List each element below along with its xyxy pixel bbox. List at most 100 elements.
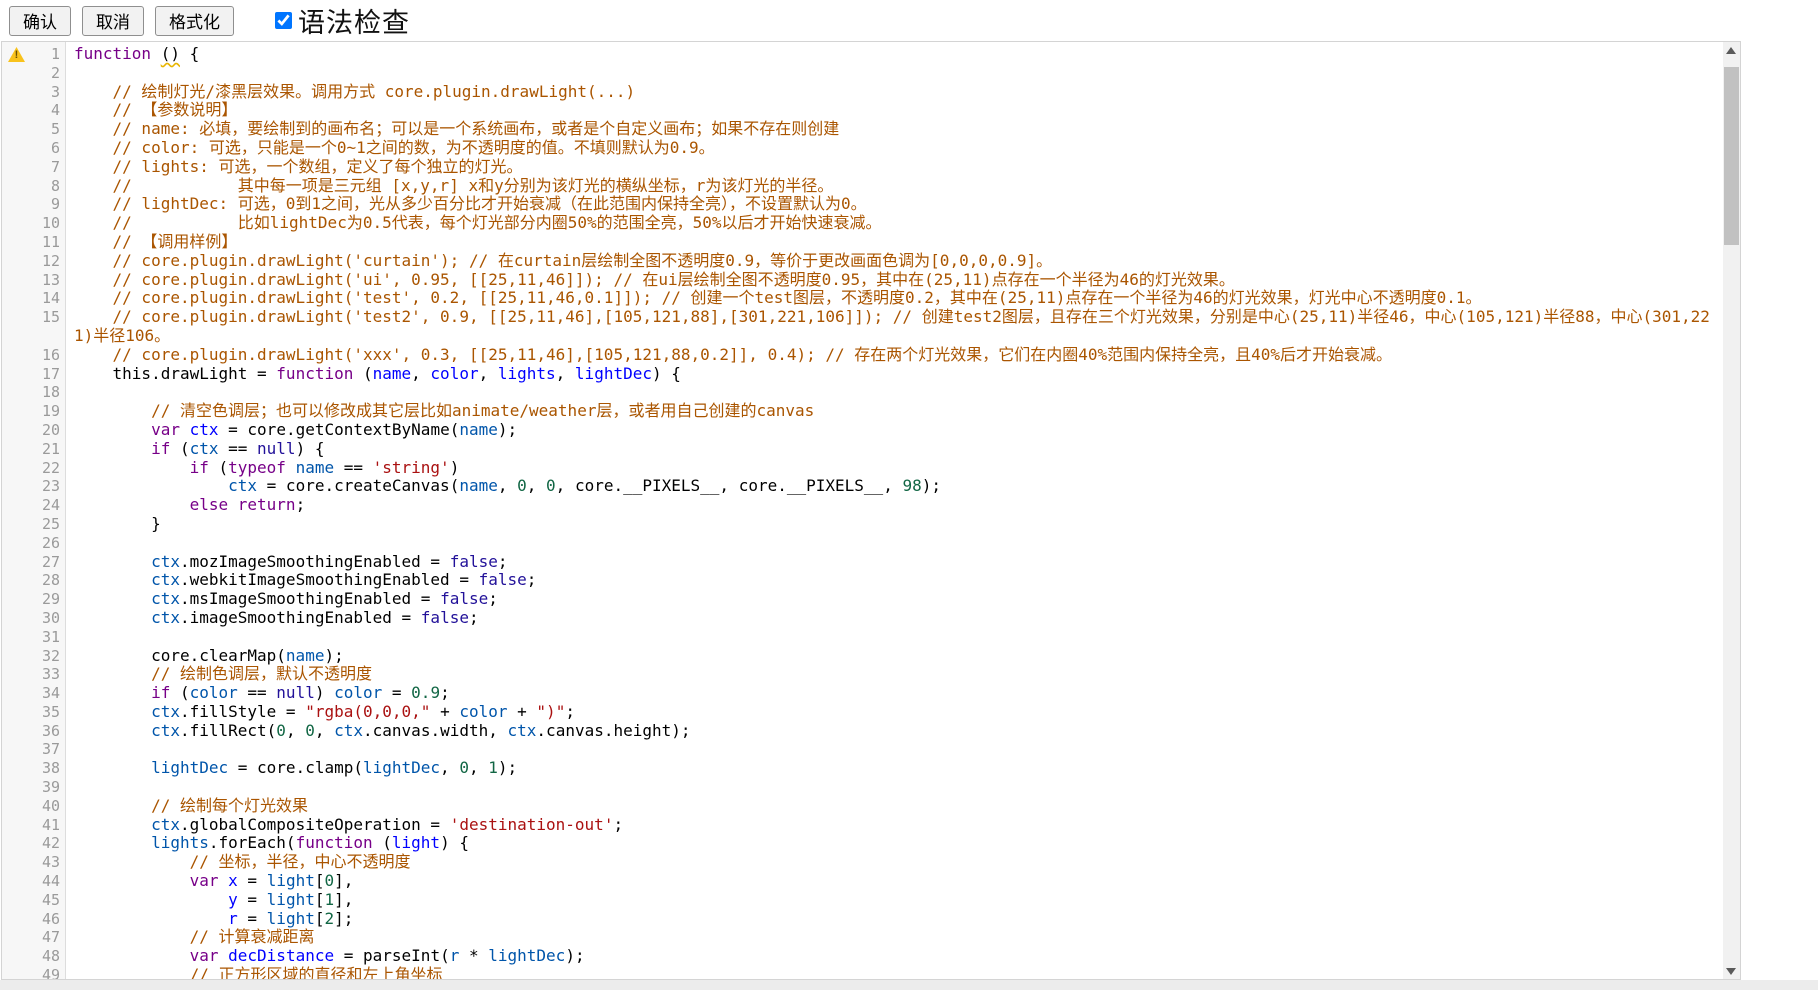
code-line-text[interactable]: // core.plugin.drawLight('ui', 0.95, [[2…: [66, 271, 1723, 290]
code-line-text[interactable]: ctx.fillRect(0, 0, ctx.canvas.width, ctx…: [66, 722, 1723, 741]
code-line-text[interactable]: ctx.imageSmoothingEnabled = false;: [66, 609, 1723, 628]
code-line: 36 ctx.fillRect(0, 0, ctx.canvas.width, …: [2, 722, 1723, 741]
line-number: 23: [7, 477, 60, 496]
code-line-text[interactable]: // 绘制灯光/漆黑层效果。调用方式 core.plugin.drawLight…: [66, 83, 1723, 102]
confirm-button[interactable]: 确认: [9, 6, 71, 36]
code-line: 7 // lights: 可选，一个数组，定义了每个独立的灯光。: [2, 158, 1723, 177]
code-line-text[interactable]: // 其中每一项是三元组 [x,y,r] x和y分别为该灯光的横纵坐标，r为该灯…: [66, 177, 1723, 196]
code-line-text[interactable]: // name: 必填，要绘制到的画布名；可以是一个系统画布，或者是个自定义画布…: [66, 120, 1723, 139]
code-line-text[interactable]: ctx.webkitImageSmoothingEnabled = false;: [66, 571, 1723, 590]
code-line-text[interactable]: // 【调用样例】: [66, 233, 1723, 252]
code-line-text[interactable]: if (typeof name == 'string'): [66, 459, 1723, 478]
code-line-text[interactable]: this.drawLight = function (name, color, …: [66, 365, 1723, 384]
scrollbar-thumb[interactable]: [1724, 67, 1739, 245]
code-line: 4 // 【参数说明】: [2, 101, 1723, 120]
code-line-text[interactable]: // lights: 可选，一个数组，定义了每个独立的灯光。: [66, 158, 1723, 177]
line-number: 37: [7, 740, 60, 759]
code-line-text[interactable]: // lightDec: 可选，0到1之间，光从多少百分比才开始衰减（在此范围内…: [66, 195, 1723, 214]
code-line-text[interactable]: ctx.fillStyle = "rgba(0,0,0," + color + …: [66, 703, 1723, 722]
line-number: 30: [7, 609, 60, 628]
line-number: 45: [7, 891, 60, 910]
code-line: 28 ctx.webkitImageSmoothingEnabled = fal…: [2, 571, 1723, 590]
code-line-text[interactable]: var ctx = core.getContextByName(name);: [66, 421, 1723, 440]
code-line: 30 ctx.imageSmoothingEnabled = false;: [2, 609, 1723, 628]
code-line-text[interactable]: // color: 可选，只能是一个0~1之间的数，为不透明度的值。不填则默认为…: [66, 139, 1723, 158]
code-line-text[interactable]: // 清空色调层；也可以修改成其它层比如animate/weather层，或者用…: [66, 402, 1723, 421]
code-line-text[interactable]: function () {: [66, 45, 1723, 64]
code-line-text[interactable]: // core.plugin.drawLight('xxx', 0.3, [[2…: [66, 346, 1723, 365]
scroll-down-arrow-icon[interactable]: [1723, 962, 1740, 979]
code-line-text[interactable]: // 绘制每个灯光效果: [66, 797, 1723, 816]
code-line-text[interactable]: var decDistance = parseInt(r * lightDec)…: [66, 947, 1723, 966]
line-number: 29: [7, 590, 60, 609]
page-background-strip: [0, 980, 1818, 990]
code-line: 5 // name: 必填，要绘制到的画布名；可以是一个系统画布，或者是个自定义…: [2, 120, 1723, 139]
line-number: 38: [7, 759, 60, 778]
code-line-text[interactable]: // 【参数说明】: [66, 101, 1723, 120]
code-line: 10 // 比如lightDec为0.5代表，每个灯光部分内圈50%的范围全亮，…: [2, 214, 1723, 233]
code-line-text[interactable]: [66, 64, 1723, 83]
code-line-text[interactable]: lights.forEach(function (light) {: [66, 834, 1723, 853]
code-editor[interactable]: !1function () {2 3 // 绘制灯光/漆黑层效果。调用方式 co…: [1, 41, 1741, 980]
code-line-text[interactable]: core.clearMap(name);: [66, 647, 1723, 666]
code-line-text[interactable]: // 绘制色调层，默认不透明度: [66, 665, 1723, 684]
line-number: 27: [7, 553, 60, 572]
vertical-scrollbar[interactable]: [1723, 42, 1740, 979]
code-line-text[interactable]: if (color == null) color = 0.9;: [66, 684, 1723, 703]
code-line-text[interactable]: ctx.mozImageSmoothingEnabled = false;: [66, 553, 1723, 572]
code-line-text[interactable]: // 比如lightDec为0.5代表，每个灯光部分内圈50%的范围全亮，50%…: [66, 214, 1723, 233]
line-number: 26: [7, 534, 60, 553]
code-line: !1function () {: [2, 45, 1723, 64]
line-number: 34: [7, 684, 60, 703]
code-line-text[interactable]: // 计算衰减距离: [66, 928, 1723, 947]
format-button[interactable]: 格式化: [155, 6, 234, 36]
code-line-text[interactable]: [66, 383, 1723, 402]
code-line: 29 ctx.msImageSmoothingEnabled = false;: [2, 590, 1723, 609]
code-line: 27 ctx.mozImageSmoothingEnabled = false;: [2, 553, 1723, 572]
code-line: 38 lightDec = core.clamp(lightDec, 0, 1)…: [2, 759, 1723, 778]
code-line-text[interactable]: ctx.globalCompositeOperation = 'destinat…: [66, 816, 1723, 835]
code-line: 13 // core.plugin.drawLight('ui', 0.95, …: [2, 271, 1723, 290]
code-line-text[interactable]: r = light[2];: [66, 910, 1723, 929]
line-number: 32: [7, 647, 60, 666]
line-number: 42: [7, 834, 60, 853]
code-line-text[interactable]: [66, 534, 1723, 553]
code-line: 20 var ctx = core.getContextByName(name)…: [2, 421, 1723, 440]
line-number: 44: [7, 872, 60, 891]
code-line-text[interactable]: lightDec = core.clamp(lightDec, 0, 1);: [66, 759, 1723, 778]
line-number: 5: [7, 120, 60, 139]
code-line-text[interactable]: [66, 628, 1723, 647]
syntax-check-checkbox[interactable]: [275, 12, 292, 29]
code-line-text[interactable]: [66, 740, 1723, 759]
code-line: 37: [2, 740, 1723, 759]
code-line-text[interactable]: ctx = core.createCanvas(name, 0, 0, core…: [66, 477, 1723, 496]
code-line-text[interactable]: // core.plugin.drawLight('curtain'); // …: [66, 252, 1723, 271]
code-line-text[interactable]: // 坐标，半径，中心不透明度: [66, 853, 1723, 872]
line-number: 36: [7, 722, 60, 741]
code-line-text[interactable]: if (ctx == null) {: [66, 440, 1723, 459]
code-line: 47 // 计算衰减距离: [2, 928, 1723, 947]
code-line-text[interactable]: y = light[1],: [66, 891, 1723, 910]
code-line: 31: [2, 628, 1723, 647]
code-line-text[interactable]: else return;: [66, 496, 1723, 515]
line-number: 20: [7, 421, 60, 440]
line-number: 3: [7, 83, 60, 102]
code-line: 46 r = light[2];: [2, 910, 1723, 929]
code-line-text[interactable]: }: [66, 515, 1723, 534]
code-line-text[interactable]: var x = light[0],: [66, 872, 1723, 891]
code-line-text[interactable]: ctx.msImageSmoothingEnabled = false;: [66, 590, 1723, 609]
code-line: 22 if (typeof name == 'string'): [2, 459, 1723, 478]
cancel-button[interactable]: 取消: [82, 6, 144, 36]
line-number: 40: [7, 797, 60, 816]
code-line: 16 // core.plugin.drawLight('xxx', 0.3, …: [2, 346, 1723, 365]
code-line: 18: [2, 383, 1723, 402]
code-line: 9 // lightDec: 可选，0到1之间，光从多少百分比才开始衰减（在此范…: [2, 195, 1723, 214]
code-line-text[interactable]: // core.plugin.drawLight('test', 0.2, [[…: [66, 289, 1723, 308]
code-line-text[interactable]: // core.plugin.drawLight('test2', 0.9, […: [66, 308, 1723, 346]
code-line-text[interactable]: // 正方形区域的直径和左上角坐标: [66, 966, 1723, 979]
code-line-text[interactable]: [66, 778, 1723, 797]
line-number: 8: [7, 177, 60, 196]
scroll-up-arrow-icon[interactable]: [1723, 42, 1740, 59]
line-number: 22: [7, 459, 60, 478]
code-line: 23 ctx = core.createCanvas(name, 0, 0, c…: [2, 477, 1723, 496]
